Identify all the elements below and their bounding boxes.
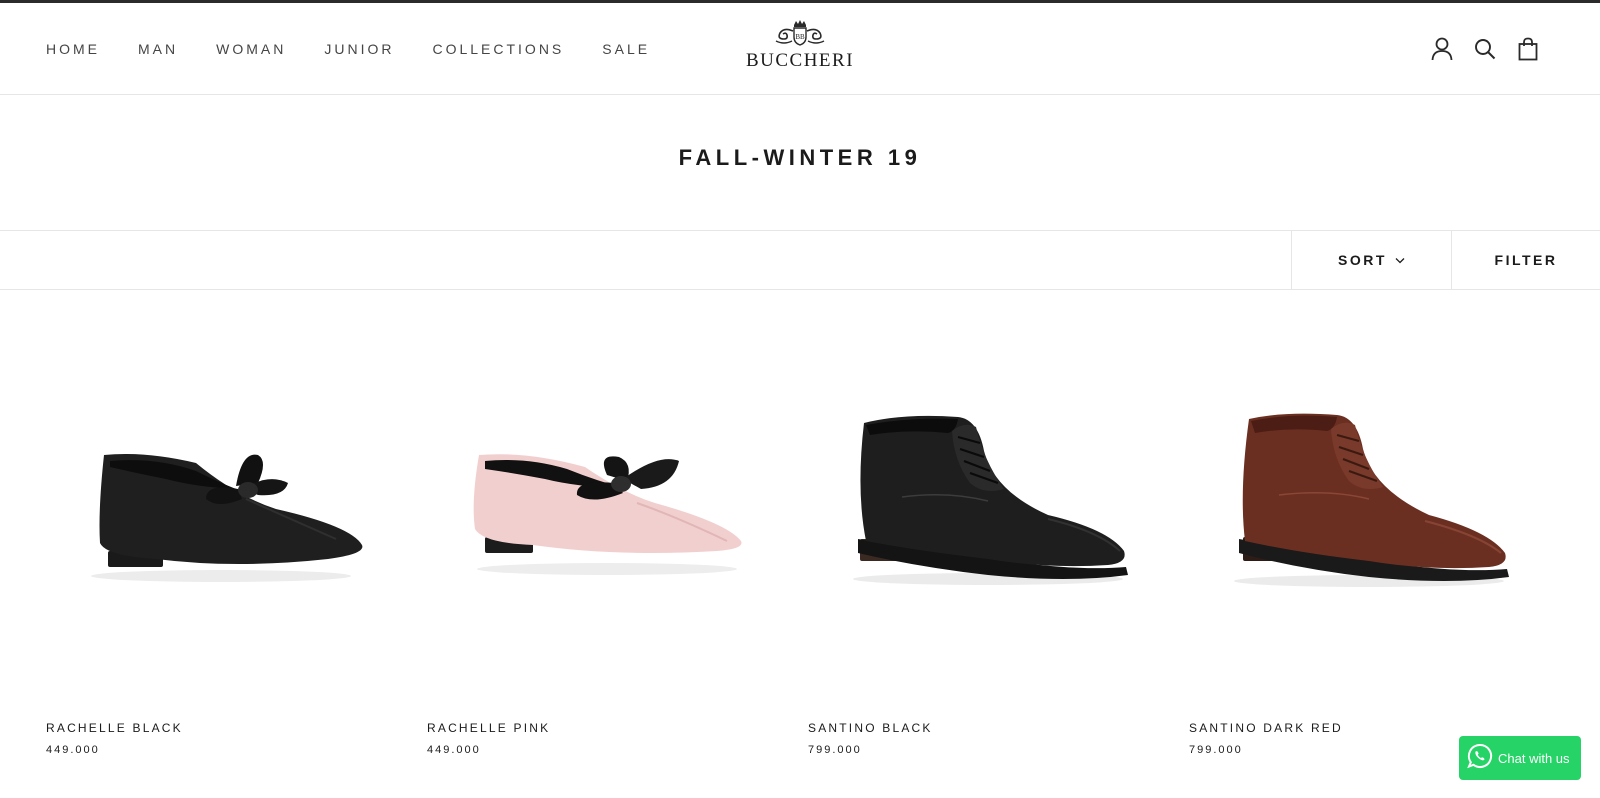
sort-label: SORT xyxy=(1338,252,1387,268)
product-card[interactable]: SANTINO DARK RED 799.000 xyxy=(1189,291,1519,798)
filter-button[interactable]: FILTER xyxy=(1451,231,1600,289)
whatsapp-chat-button[interactable]: Chat with us xyxy=(1459,736,1581,780)
main-navigation: HOME MAN WOMAN JUNIOR COLLECTIONS SALE xyxy=(46,3,650,95)
product-card[interactable]: RACHELLE BLACK 449.000 xyxy=(46,291,376,798)
nav-item-collections[interactable]: COLLECTIONS xyxy=(432,41,564,57)
product-price: 449.000 xyxy=(46,744,100,756)
nav-item-woman[interactable]: WOMAN xyxy=(216,41,286,57)
product-grid: RACHELLE BLACK 449.000 RACHELLE PINK 449… xyxy=(0,291,1600,798)
chat-label: Chat with us xyxy=(1498,750,1570,766)
product-card[interactable]: RACHELLE PINK 449.000 xyxy=(427,291,757,798)
brand-name: BUCCHERI xyxy=(745,50,855,71)
header-actions xyxy=(1411,3,1540,95)
product-image[interactable] xyxy=(808,391,1138,621)
cart-icon[interactable] xyxy=(1516,37,1540,61)
whatsapp-icon xyxy=(1467,743,1493,774)
product-title[interactable]: SANTINO BLACK xyxy=(808,721,933,735)
svg-text:BB: BB xyxy=(795,33,805,41)
product-price: 799.000 xyxy=(1189,744,1243,756)
crest-emblem-icon: BB xyxy=(775,20,825,46)
collection-header: FALL-WINTER 19 xyxy=(0,96,1600,230)
chevron-down-icon xyxy=(1395,257,1405,264)
product-image[interactable] xyxy=(427,391,757,621)
filter-label: FILTER xyxy=(1494,252,1558,268)
site-header: HOME MAN WOMAN JUNIOR COLLECTIONS SALE B… xyxy=(0,3,1600,95)
nav-item-man[interactable]: MAN xyxy=(138,41,178,57)
account-icon[interactable] xyxy=(1430,37,1454,61)
product-title[interactable]: RACHELLE PINK xyxy=(427,721,550,735)
nav-item-home[interactable]: HOME xyxy=(46,41,100,57)
product-title[interactable]: SANTINO DARK RED xyxy=(1189,721,1343,735)
product-image[interactable] xyxy=(1189,391,1519,621)
product-price: 449.000 xyxy=(427,744,481,756)
collection-toolbar: SORT FILTER xyxy=(0,230,1600,290)
product-price: 799.000 xyxy=(808,744,862,756)
nav-item-sale[interactable]: SALE xyxy=(602,41,650,57)
product-image[interactable] xyxy=(46,391,376,621)
sort-button[interactable]: SORT xyxy=(1291,231,1451,289)
product-title[interactable]: RACHELLE BLACK xyxy=(46,721,183,735)
product-card[interactable]: SANTINO BLACK 799.000 xyxy=(808,291,1138,798)
nav-item-junior[interactable]: JUNIOR xyxy=(324,41,394,57)
brand-logo[interactable]: BB BUCCHERI xyxy=(730,19,870,83)
page-title: FALL-WINTER 19 xyxy=(678,145,922,170)
search-icon[interactable] xyxy=(1473,37,1497,61)
